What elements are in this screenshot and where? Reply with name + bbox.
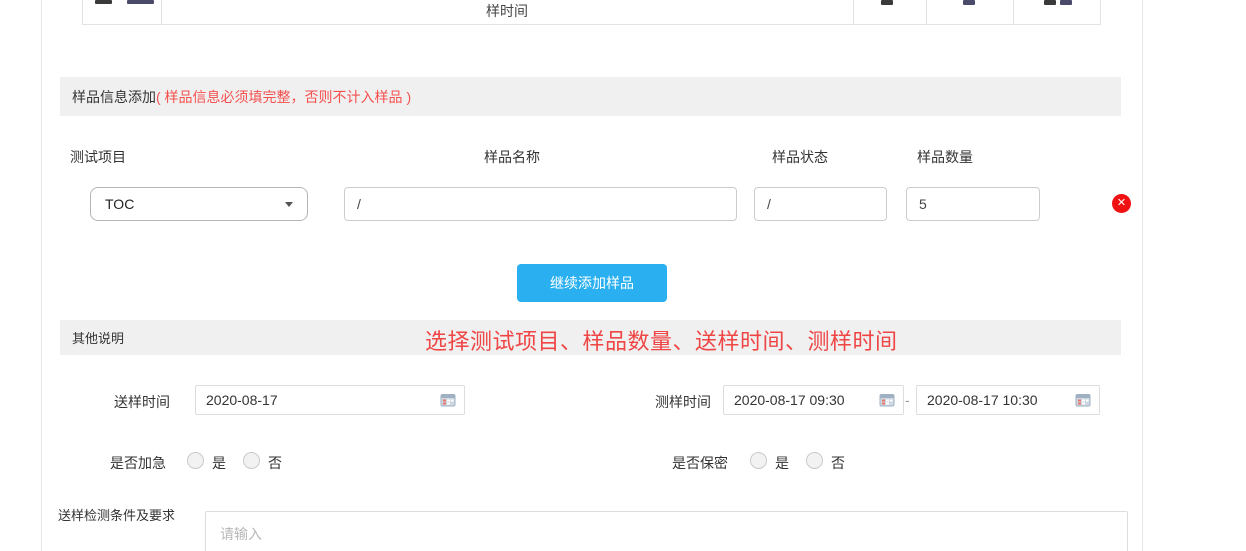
table-header-partial-text: 样时间 — [161, 1, 853, 21]
sample-state-input[interactable] — [754, 187, 887, 221]
content-right-border — [1142, 0, 1143, 551]
label-sample-count: 样品数量 — [917, 147, 973, 167]
delivery-date-input[interactable]: 2020-08-17 — [195, 385, 465, 415]
sample-name-input[interactable] — [344, 187, 737, 221]
confidential-yes-radio[interactable] — [750, 452, 767, 469]
sample-section-required-note: ( 样品信息必须填完整，否则不计入样品 ) — [156, 87, 411, 107]
clipped-glyph-fragment — [1060, 0, 1072, 5]
close-icon: ✕ — [1117, 198, 1126, 209]
content-left-border — [41, 0, 42, 551]
other-section-title: 其他说明 — [72, 328, 124, 347]
label-urgent: 是否加急 — [60, 453, 166, 473]
confidential-no-radio[interactable] — [806, 452, 823, 469]
conditions-textarea[interactable] — [205, 511, 1128, 551]
delete-row-button[interactable]: ✕ — [1112, 194, 1131, 213]
delivery-date-value: 2020-08-17 — [206, 392, 278, 408]
table-border — [1013, 0, 1014, 24]
test-time-start-value: 2020-08-17 09:30 — [734, 392, 845, 408]
table-border — [853, 0, 854, 24]
label-test-item: 测试项目 — [70, 147, 126, 167]
calendar-icon[interactable] — [1075, 392, 1091, 408]
label-test-time: 测样时间 — [601, 392, 711, 412]
label-sample-state: 样品状态 — [772, 147, 828, 167]
table-border — [82, 0, 83, 24]
test-time-end-value: 2020-08-17 10:30 — [927, 392, 1038, 408]
test-time-end-input[interactable]: 2020-08-17 10:30 — [916, 385, 1100, 415]
table-border — [1100, 0, 1101, 24]
date-range-separator: - — [905, 392, 910, 408]
label-sample-name: 样品名称 — [484, 147, 540, 167]
urgent-yes-label[interactable]: 是 — [212, 453, 226, 473]
sample-count-input[interactable] — [906, 187, 1040, 221]
confidential-yes-label[interactable]: 是 — [775, 453, 789, 473]
test-time-start-input[interactable]: 2020-08-17 09:30 — [723, 385, 904, 415]
sample-section-title: 样品信息添加 — [72, 87, 156, 107]
label-delivery-time: 送样时间 — [60, 392, 170, 412]
urgent-yes-radio[interactable] — [187, 452, 204, 469]
red-annotation-text: 选择测试项目、样品数量、送样时间、测样时间 — [425, 324, 898, 356]
label-conditions: 送样检测条件及要求 — [58, 505, 192, 524]
calendar-icon[interactable] — [440, 392, 456, 408]
clipped-glyph-fragment — [963, 0, 975, 5]
sample-section-header: 样品信息添加( 样品信息必须填完整，否则不计入样品 ) — [60, 77, 1121, 116]
table-bottom-border — [82, 24, 1101, 25]
urgent-no-radio[interactable] — [243, 452, 260, 469]
add-sample-button[interactable]: 继续添加样品 — [517, 264, 667, 302]
clipped-glyph-fragment — [881, 0, 893, 5]
chevron-down-icon — [285, 202, 293, 207]
sample-submission-form-page: 样时间 样品信息添加( 样品信息必须填完整，否则不计入样品 ) 测试项目 样品名… — [0, 0, 1246, 551]
table-border — [926, 0, 927, 24]
calendar-icon[interactable] — [879, 392, 895, 408]
test-item-selected-value: TOC — [105, 196, 134, 212]
urgent-no-label[interactable]: 否 — [268, 453, 282, 473]
label-confidential: 是否保密 — [622, 453, 728, 473]
test-item-select[interactable]: TOC — [90, 187, 308, 221]
confidential-no-label[interactable]: 否 — [831, 453, 845, 473]
clipped-glyph-fragment — [127, 0, 154, 4]
clipped-glyph-fragment — [1044, 0, 1056, 5]
clipped-glyph-fragment — [95, 0, 112, 4]
